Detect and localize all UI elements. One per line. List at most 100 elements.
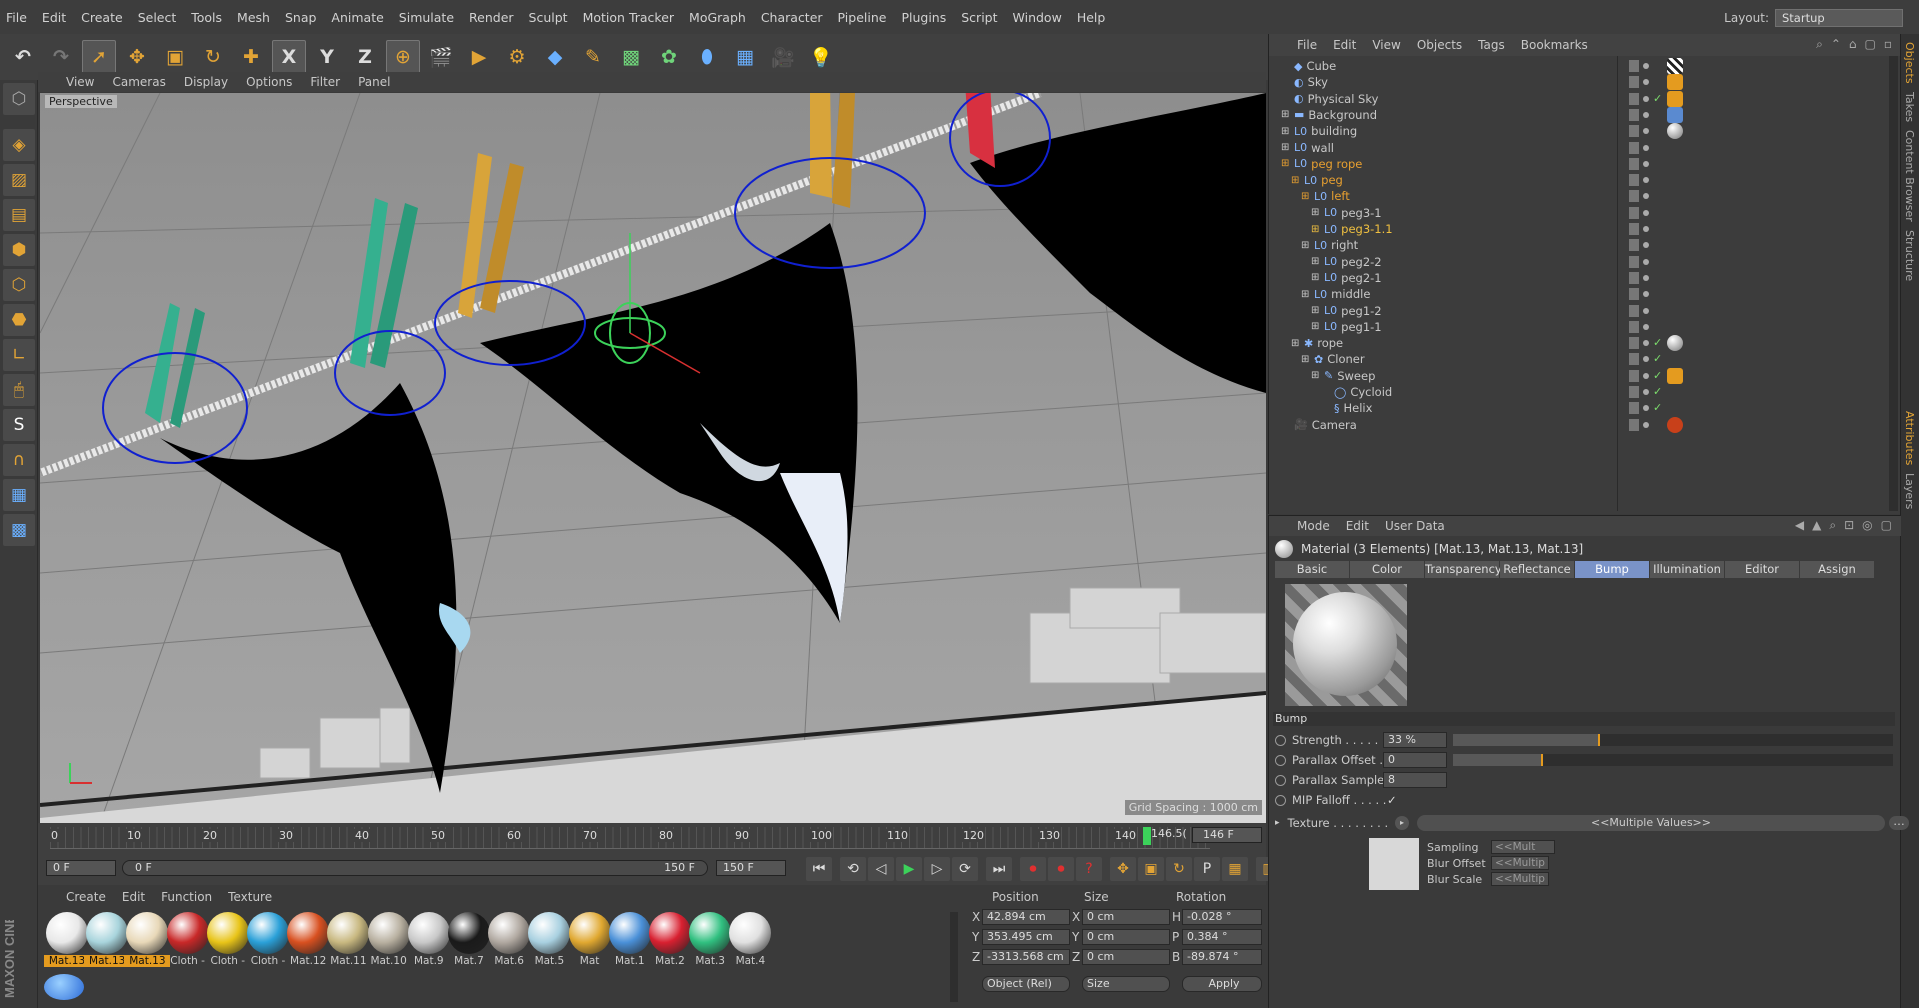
strength-keyframe-icon[interactable]	[1275, 734, 1286, 746]
enabled-check-icon[interactable]: ✓	[1653, 92, 1662, 105]
layer-icon[interactable]	[1629, 108, 1639, 121]
material-swatch[interactable]: Mat.13	[84, 910, 131, 968]
menu-pipeline[interactable]: Pipeline	[838, 10, 887, 25]
menu-simulate[interactable]: Simulate	[399, 10, 454, 25]
blur-offset-field[interactable]: <<Multip	[1491, 856, 1549, 870]
menu-tools[interactable]: Tools	[191, 10, 222, 25]
deformer-icon[interactable]: ⬮	[690, 40, 724, 74]
tab-bump[interactable]: Bump	[1575, 561, 1649, 578]
tab-color[interactable]: Color	[1350, 561, 1424, 578]
visibility-dots-icon[interactable]	[1643, 321, 1649, 333]
expand-toggle-icon[interactable]: ⊞	[1301, 240, 1310, 251]
visibility-dots-icon[interactable]	[1643, 370, 1649, 382]
material-swatch[interactable]: Mat.5	[526, 910, 572, 968]
play-icon[interactable]: ▶	[896, 857, 922, 881]
size-x-field[interactable]: 0 cm	[1082, 909, 1170, 925]
sampling-dropdown[interactable]: <<Mult	[1491, 840, 1555, 854]
go-to-end-icon[interactable]: ⏭	[986, 857, 1012, 881]
forward-icon[interactable]: ▲	[1812, 518, 1821, 533]
material-swatch[interactable]: Mat.3	[687, 910, 733, 968]
lock-workplane-icon[interactable]: ▦	[3, 479, 35, 511]
material-swatch[interactable]: Mat.6	[486, 910, 532, 968]
visibility-dots-icon[interactable]	[1643, 223, 1649, 235]
3d-viewport[interactable]: Perspective Grid Spacing : 1000 cm	[40, 93, 1266, 823]
rot-p-field[interactable]: 0.384 °	[1182, 929, 1262, 945]
menu-help[interactable]: Help	[1077, 10, 1106, 25]
playhead[interactable]	[1143, 827, 1151, 845]
current-frame-field[interactable]: 146 F	[1192, 827, 1262, 843]
layer-icon[interactable]	[1629, 288, 1639, 301]
expand-toggle-icon[interactable]: ⊞	[1281, 109, 1290, 120]
enabled-check-icon[interactable]: ✓	[1653, 386, 1662, 398]
menu-create[interactable]: Create	[81, 10, 123, 25]
mip-falloff-keyframe-icon[interactable]	[1275, 794, 1286, 806]
render-settings-icon[interactable]: ⚙	[500, 40, 534, 74]
tab-structure[interactable]: Structure	[1903, 230, 1916, 281]
object-row[interactable]: 🎥 Camera	[1277, 415, 1891, 435]
tab-basic[interactable]: Basic	[1275, 561, 1349, 578]
menu-plugins[interactable]: Plugins	[901, 10, 946, 25]
material-swatch[interactable]: Cloth -	[245, 910, 291, 968]
key-scale-icon[interactable]: ▣	[1138, 857, 1164, 881]
home-icon[interactable]: ⌂	[1849, 37, 1857, 52]
points-mode-icon[interactable]: ⬢	[3, 234, 35, 266]
expand-toggle-icon[interactable]: ⊞	[1311, 256, 1320, 267]
visibility-dots-icon[interactable]	[1643, 109, 1649, 121]
tab-assign[interactable]: Assign	[1800, 561, 1874, 578]
move-icon[interactable]: ✥	[120, 40, 154, 74]
axis-mode-icon[interactable]: ∟	[3, 339, 35, 371]
size-mode-dropdown[interactable]: Size	[1082, 976, 1170, 992]
lock-icon[interactable]: ⊡	[1844, 518, 1854, 533]
parallax-offset-keyframe-icon[interactable]	[1275, 754, 1286, 766]
tab-layers[interactable]: Layers	[1903, 473, 1916, 509]
expand-toggle-icon[interactable]: ⊞	[1291, 175, 1300, 186]
texture-menu-icon[interactable]: ▸	[1395, 816, 1409, 830]
object-menu-edit[interactable]: Edit	[1333, 38, 1356, 52]
layer-icon[interactable]	[1629, 337, 1639, 350]
rotate-icon[interactable]: ↻	[196, 40, 230, 74]
edges-mode-icon[interactable]: ⬡	[3, 269, 35, 301]
material-menu-texture[interactable]: Texture	[228, 890, 272, 904]
world-coord-icon[interactable]: ⊕	[386, 40, 420, 74]
object-menu-file[interactable]: File	[1297, 38, 1317, 52]
material-scrollbar[interactable]	[950, 912, 958, 1002]
up-icon[interactable]: ⌃	[1831, 37, 1841, 52]
subdivision-icon[interactable]: ▩	[614, 40, 648, 74]
material-swatch[interactable]: Mat.12	[285, 910, 331, 968]
material-swatch[interactable]: Mat.7	[446, 910, 492, 968]
camera-icon[interactable]: 🎥	[766, 40, 800, 74]
strength-slider[interactable]	[1453, 734, 1893, 746]
material-swatch[interactable]: Cloth -	[165, 910, 211, 968]
expand-toggle-icon[interactable]: ⊞	[1311, 272, 1320, 283]
search-icon[interactable]: ⌕	[1816, 37, 1823, 52]
menu-script[interactable]: Script	[961, 10, 997, 25]
menu-sculpt[interactable]: Sculpt	[529, 10, 568, 25]
visibility-dots-icon[interactable]	[1643, 288, 1649, 300]
timeline-ruler[interactable]: 0 10 20 30 40 50 60 70 80 90 100 110 120 130 140	[50, 827, 1210, 849]
attribute-menu-mode[interactable]: Mode	[1297, 519, 1330, 533]
visibility-dots-icon[interactable]	[1643, 93, 1649, 105]
menu-motion-tracker[interactable]: Motion Tracker	[583, 10, 674, 25]
parallax-samples-keyframe-icon[interactable]	[1275, 774, 1286, 786]
layer-icon[interactable]	[1629, 60, 1639, 72]
floor-icon[interactable]: ▦	[728, 40, 762, 74]
model-mode-icon[interactable]: ◈	[3, 129, 35, 161]
menu-snap[interactable]: Snap	[285, 10, 316, 25]
object-menu-tags[interactable]: Tags	[1478, 38, 1505, 52]
menu-mograph[interactable]: MoGraph	[689, 10, 746, 25]
next-key-icon[interactable]: ⟳	[952, 857, 978, 881]
next-frame-icon[interactable]: ▷	[924, 857, 950, 881]
pos-z-field[interactable]: -3313.568 cm	[982, 949, 1070, 965]
material-swatch[interactable]: Mat.13	[124, 910, 171, 968]
visibility-dots-icon[interactable]	[1643, 305, 1649, 317]
visibility-dots-icon[interactable]	[1643, 419, 1649, 431]
viewport-menu-cameras[interactable]: Cameras	[112, 75, 165, 89]
layer-icon[interactable]	[1629, 223, 1639, 235]
polygons-mode-icon[interactable]: ⬣	[3, 304, 35, 336]
viewport-menu-panel[interactable]: Panel	[358, 75, 390, 89]
object-menu-view[interactable]: View	[1372, 38, 1400, 52]
material-swatch[interactable]: Mat.9	[406, 910, 452, 968]
viewport-menu-filter[interactable]: Filter	[310, 75, 340, 89]
size-y-field[interactable]: 0 cm	[1082, 929, 1170, 945]
blur-scale-field[interactable]: <<Multip	[1491, 872, 1549, 886]
